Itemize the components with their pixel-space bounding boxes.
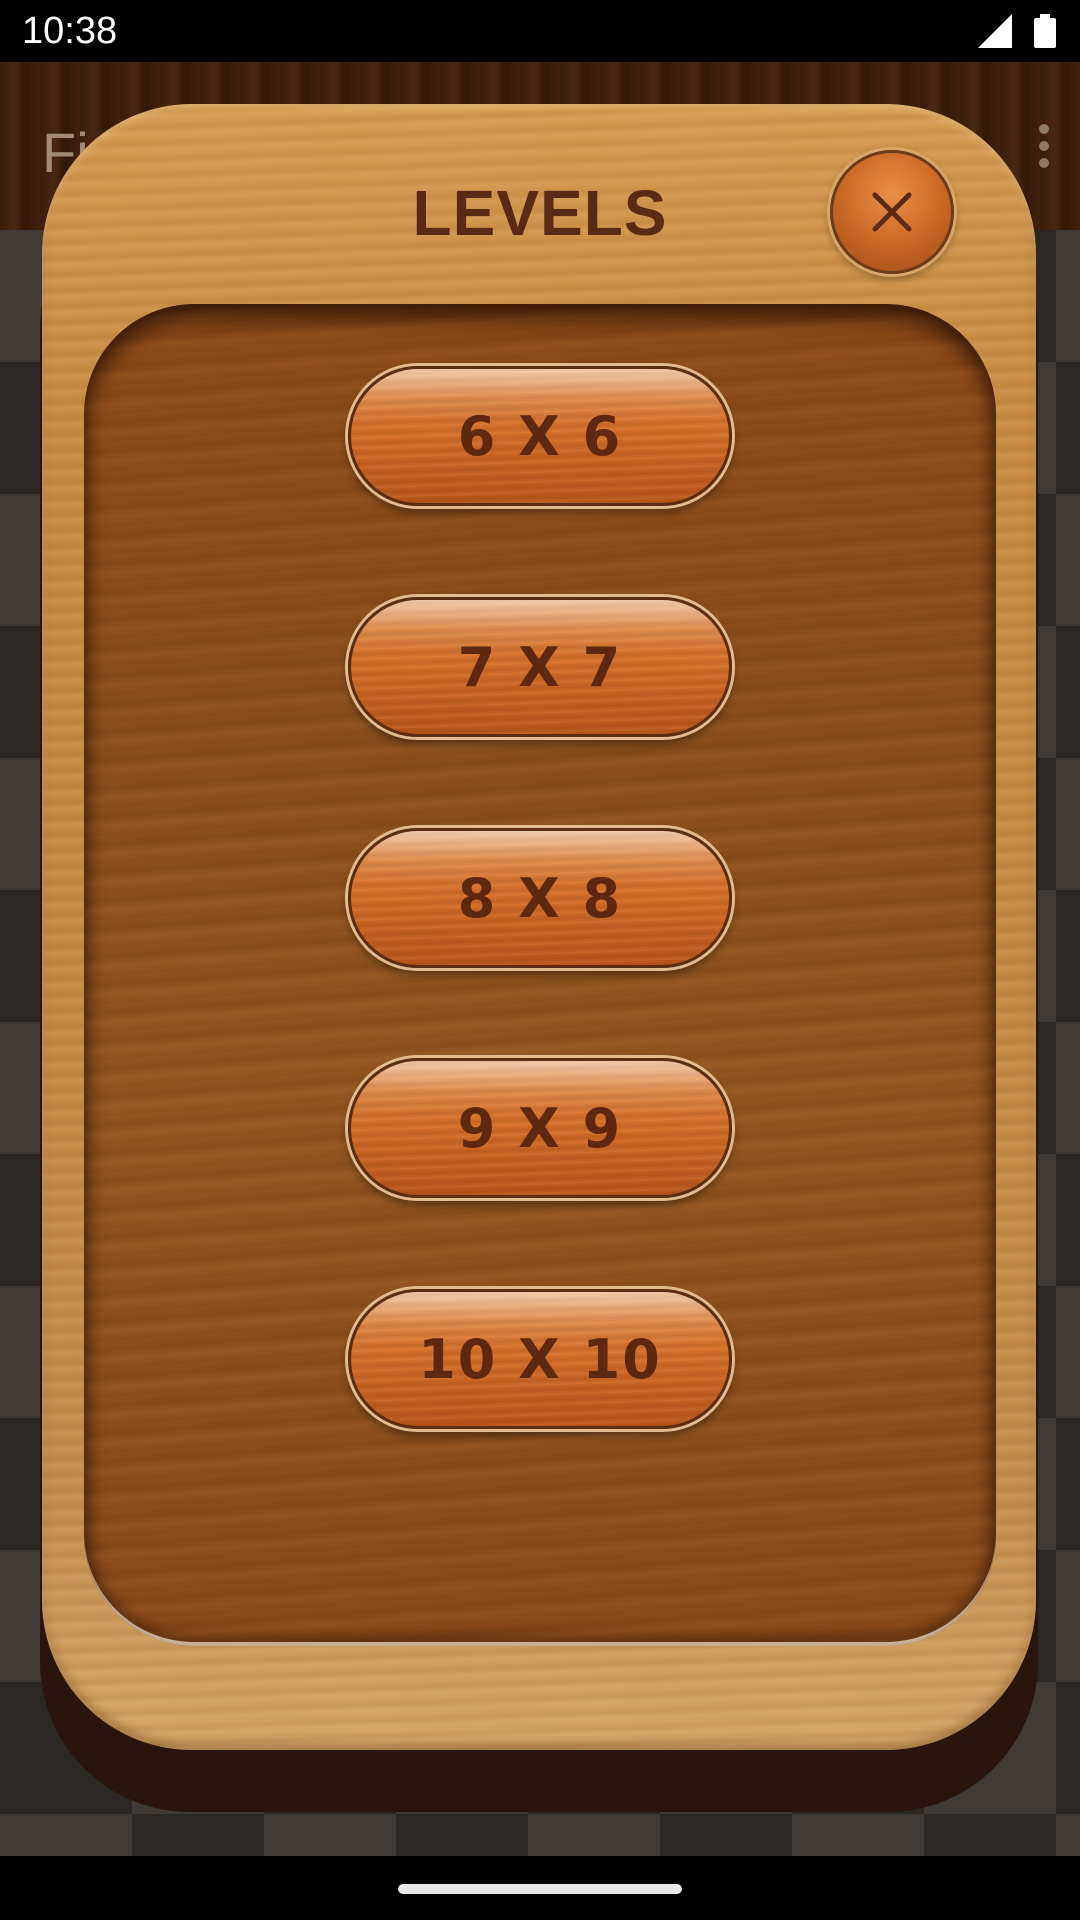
overflow-menu-icon[interactable] [1032, 124, 1056, 168]
level-button-10x10[interactable]: 10 X 10 [348, 1289, 732, 1429]
close-icon [872, 192, 912, 232]
status-icons [978, 14, 1056, 48]
close-button[interactable] [830, 150, 954, 274]
level-button-6x6[interactable]: 6 X 6 [348, 366, 732, 506]
home-gesture-handle[interactable] [398, 1884, 682, 1894]
level-button-8x8[interactable]: 8 X 8 [348, 828, 732, 968]
level-button-7x7[interactable]: 7 X 7 [348, 597, 732, 737]
cellular-signal-icon [978, 14, 1012, 48]
battery-icon [1034, 14, 1056, 48]
level-button-9x9[interactable]: 9 X 9 [348, 1058, 732, 1198]
status-time: 10:38 [22, 10, 118, 52]
status-bar: 10:38 [0, 0, 1080, 62]
